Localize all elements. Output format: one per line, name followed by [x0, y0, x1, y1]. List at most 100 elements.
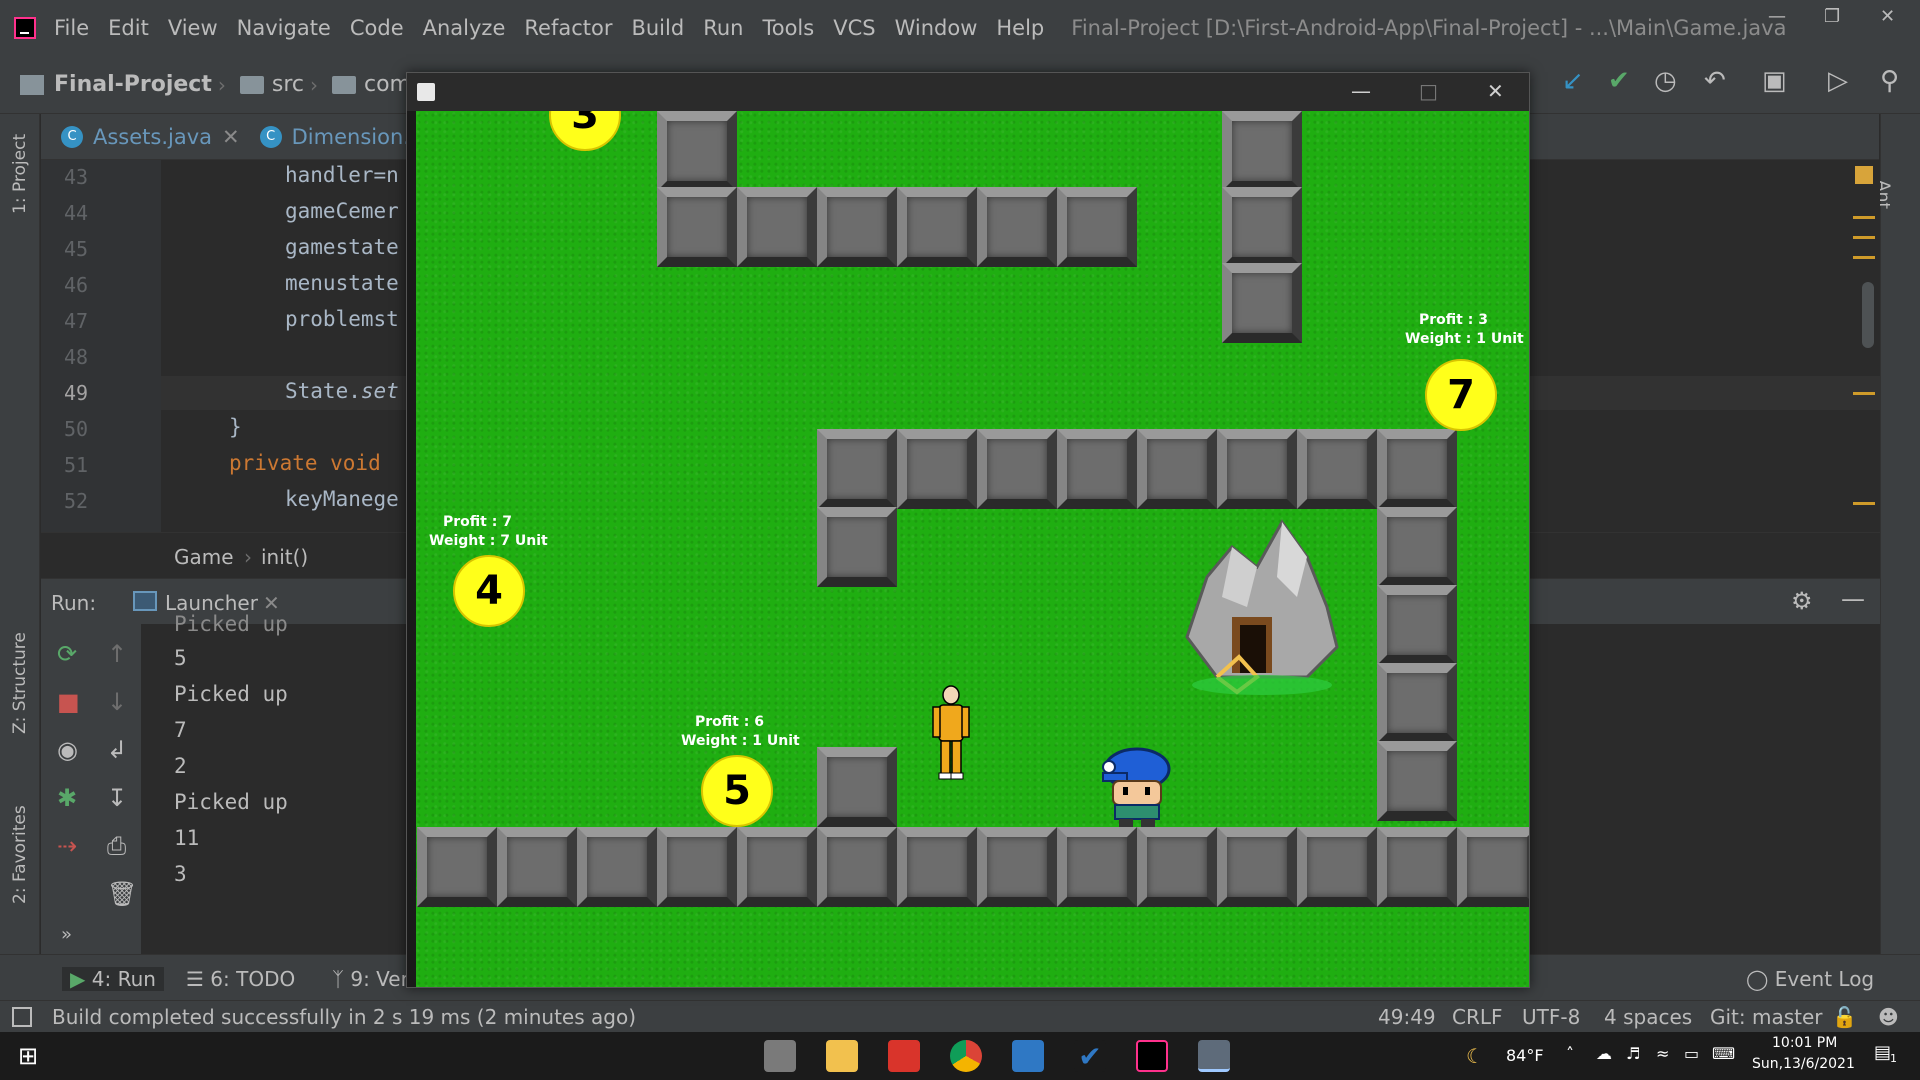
stone-wall-block	[417, 827, 497, 907]
menu-file[interactable]: File	[54, 16, 89, 40]
inspection-warning-icon[interactable]	[1855, 166, 1873, 184]
status-bar: Build completed successfully in 2 s 19 m…	[0, 1000, 1920, 1032]
minimize-icon[interactable]: —	[1351, 79, 1371, 103]
menu-analyze[interactable]: Analyze	[423, 16, 506, 40]
breadcrumb-com[interactable]: com	[364, 72, 411, 97]
presentation-icon[interactable]: ▷	[1828, 66, 1848, 96]
menu-refactor[interactable]: Refactor	[524, 16, 612, 40]
camera-icon[interactable]: ◉	[57, 736, 78, 764]
error-stripe-mark[interactable]	[1853, 216, 1875, 219]
file-explorer-icon[interactable]	[826, 1040, 858, 1072]
store-icon[interactable]	[764, 1040, 796, 1072]
error-stripe-mark[interactable]	[1853, 392, 1875, 395]
trash-icon[interactable]: 🗑	[107, 880, 137, 908]
clock-time[interactable]: 10:01 PM	[1772, 1035, 1837, 1051]
error-stripe-mark[interactable]	[1853, 236, 1875, 239]
volume-icon[interactable]: ♬	[1626, 1044, 1640, 1063]
tab-run[interactable]: ▶ 4: Run	[62, 967, 164, 991]
mail-icon[interactable]	[1012, 1040, 1044, 1072]
breadcrumb-class[interactable]: Game	[174, 545, 234, 569]
tab-dimension-java[interactable]: C Dimension.ja	[259, 125, 429, 149]
tab-event-log[interactable]: ◯ Event Log	[1746, 967, 1874, 991]
network-off-icon[interactable]: ☁	[1596, 1044, 1612, 1063]
clock-date[interactable]: Sun,13/6/2021	[1752, 1056, 1855, 1072]
gift-icon[interactable]	[888, 1040, 920, 1072]
stone-wall-block	[1222, 263, 1302, 343]
menu-window[interactable]: Window	[895, 16, 978, 40]
error-stripe-mark[interactable]	[1853, 502, 1875, 505]
folder-icon	[331, 75, 356, 94]
menu-vcs[interactable]: VCS	[833, 16, 875, 40]
vcs-commit-icon[interactable]: ✔	[1608, 66, 1630, 96]
exit-icon[interactable]: ⇢	[57, 832, 77, 860]
cursor-position[interactable]: 49:49	[1378, 1005, 1436, 1029]
wifi-icon[interactable]: ≈	[1656, 1044, 1669, 1063]
editor-scrollbar[interactable]	[1862, 282, 1874, 348]
arrow-up-icon[interactable]: ↑	[107, 640, 127, 668]
tab-version-control[interactable]: ᛉ 9: Ver	[332, 967, 409, 991]
rerun-icon[interactable]: ⟳	[57, 640, 77, 668]
more-icon[interactable]: »	[61, 924, 72, 945]
java-app-taskbar-icon[interactable]	[1198, 1040, 1230, 1072]
indent-setting[interactable]: 4 spaces	[1604, 1005, 1692, 1029]
weather-temp[interactable]: 84°F	[1506, 1046, 1544, 1065]
weather-icon[interactable]: ☾	[1466, 1044, 1484, 1068]
breadcrumb-project[interactable]: Final-Project	[54, 72, 212, 97]
git-branch[interactable]: Git: master	[1710, 1005, 1823, 1029]
favorites-tool-button[interactable]: 2: Favorites	[10, 805, 30, 904]
close-tab-icon[interactable]: ✕	[222, 125, 240, 149]
tab-todo[interactable]: ☰ 6: TODO	[186, 967, 295, 991]
gear-icon[interactable]: ⚙	[1791, 587, 1813, 615]
menu-view[interactable]: View	[168, 16, 218, 40]
print-icon[interactable]: ⎙	[107, 832, 126, 860]
scroll-to-end-icon[interactable]: ↧	[107, 784, 127, 812]
menu-build[interactable]: Build	[631, 16, 684, 40]
close-icon[interactable]: ✕	[1487, 79, 1504, 103]
menu-navigate[interactable]: Navigate	[237, 16, 331, 40]
line-separator[interactable]: CRLF	[1452, 1005, 1503, 1029]
structure-tool-button[interactable]: Z: Structure	[10, 632, 30, 734]
soft-wrap-icon[interactable]: ↲	[107, 736, 127, 764]
close-icon[interactable]: ✕	[1880, 6, 1895, 27]
chrome-icon[interactable]	[950, 1040, 982, 1072]
line-number: 44	[64, 201, 89, 225]
game-window-titlebar[interactable]: — □ ✕	[407, 73, 1529, 111]
stop-icon[interactable]: ■	[57, 688, 80, 716]
battery-icon[interactable]: ▭	[1684, 1044, 1699, 1063]
debug-icon[interactable]: ✱	[57, 784, 77, 812]
lock-icon[interactable]: 🔓	[1832, 1005, 1857, 1029]
project-structure-icon[interactable]: ▣	[1762, 66, 1787, 96]
history-icon[interactable]: ◷	[1654, 66, 1677, 96]
build-status-message[interactable]: Build completed successfully in 2 s 19 m…	[52, 1005, 636, 1029]
menu-edit[interactable]: Edit	[108, 16, 149, 40]
minimize-icon[interactable]: —	[1768, 6, 1786, 27]
menu-help[interactable]: Help	[996, 16, 1044, 40]
hide-panel-icon[interactable]: —	[1841, 585, 1865, 613]
todo-check-icon[interactable]: ✔	[1074, 1040, 1106, 1073]
notification-center-icon[interactable]: ▤	[1874, 1042, 1891, 1063]
breadcrumb-src[interactable]: src	[272, 72, 304, 97]
rollback-icon[interactable]: ↶	[1704, 66, 1726, 96]
breadcrumb-method[interactable]: init()	[261, 545, 308, 569]
tab-assets-java[interactable]: C Assets.java ✕	[61, 125, 240, 149]
keyboard-icon[interactable]: ⌨	[1712, 1044, 1735, 1063]
arrow-down-icon[interactable]: ↓	[107, 688, 127, 716]
restore-icon[interactable]: ❐	[1824, 6, 1840, 27]
tray-chevron-icon[interactable]: ˄	[1566, 1044, 1574, 1063]
vcs-update-icon[interactable]: ↙	[1562, 66, 1584, 96]
menu-tools[interactable]: Tools	[762, 16, 814, 40]
tab-label: 9: Ver	[350, 967, 409, 991]
search-icon[interactable]: ⚲	[1880, 66, 1899, 96]
error-stripe-mark[interactable]	[1853, 256, 1875, 259]
inspector-icon[interactable]: ☻	[1878, 1005, 1899, 1029]
intellij-taskbar-icon[interactable]	[1136, 1040, 1168, 1072]
menu-code[interactable]: Code	[350, 16, 404, 40]
project-tool-button[interactable]: 1: Project	[10, 134, 30, 214]
console-icon	[133, 591, 157, 611]
menu-run[interactable]: Run	[703, 16, 743, 40]
game-canvas[interactable]: 3 Profit : 3 Weight : 1 Unit 7 Profit : …	[407, 111, 1529, 987]
toggle-tool-windows-icon[interactable]	[12, 1007, 32, 1027]
game-window[interactable]: — □ ✕ 3 Profit: 3 Weight: 1 Unit 7 Pro…	[406, 72, 1530, 988]
windows-start-icon[interactable]: ⊞	[18, 1042, 38, 1070]
file-encoding[interactable]: UTF-8	[1522, 1005, 1580, 1029]
